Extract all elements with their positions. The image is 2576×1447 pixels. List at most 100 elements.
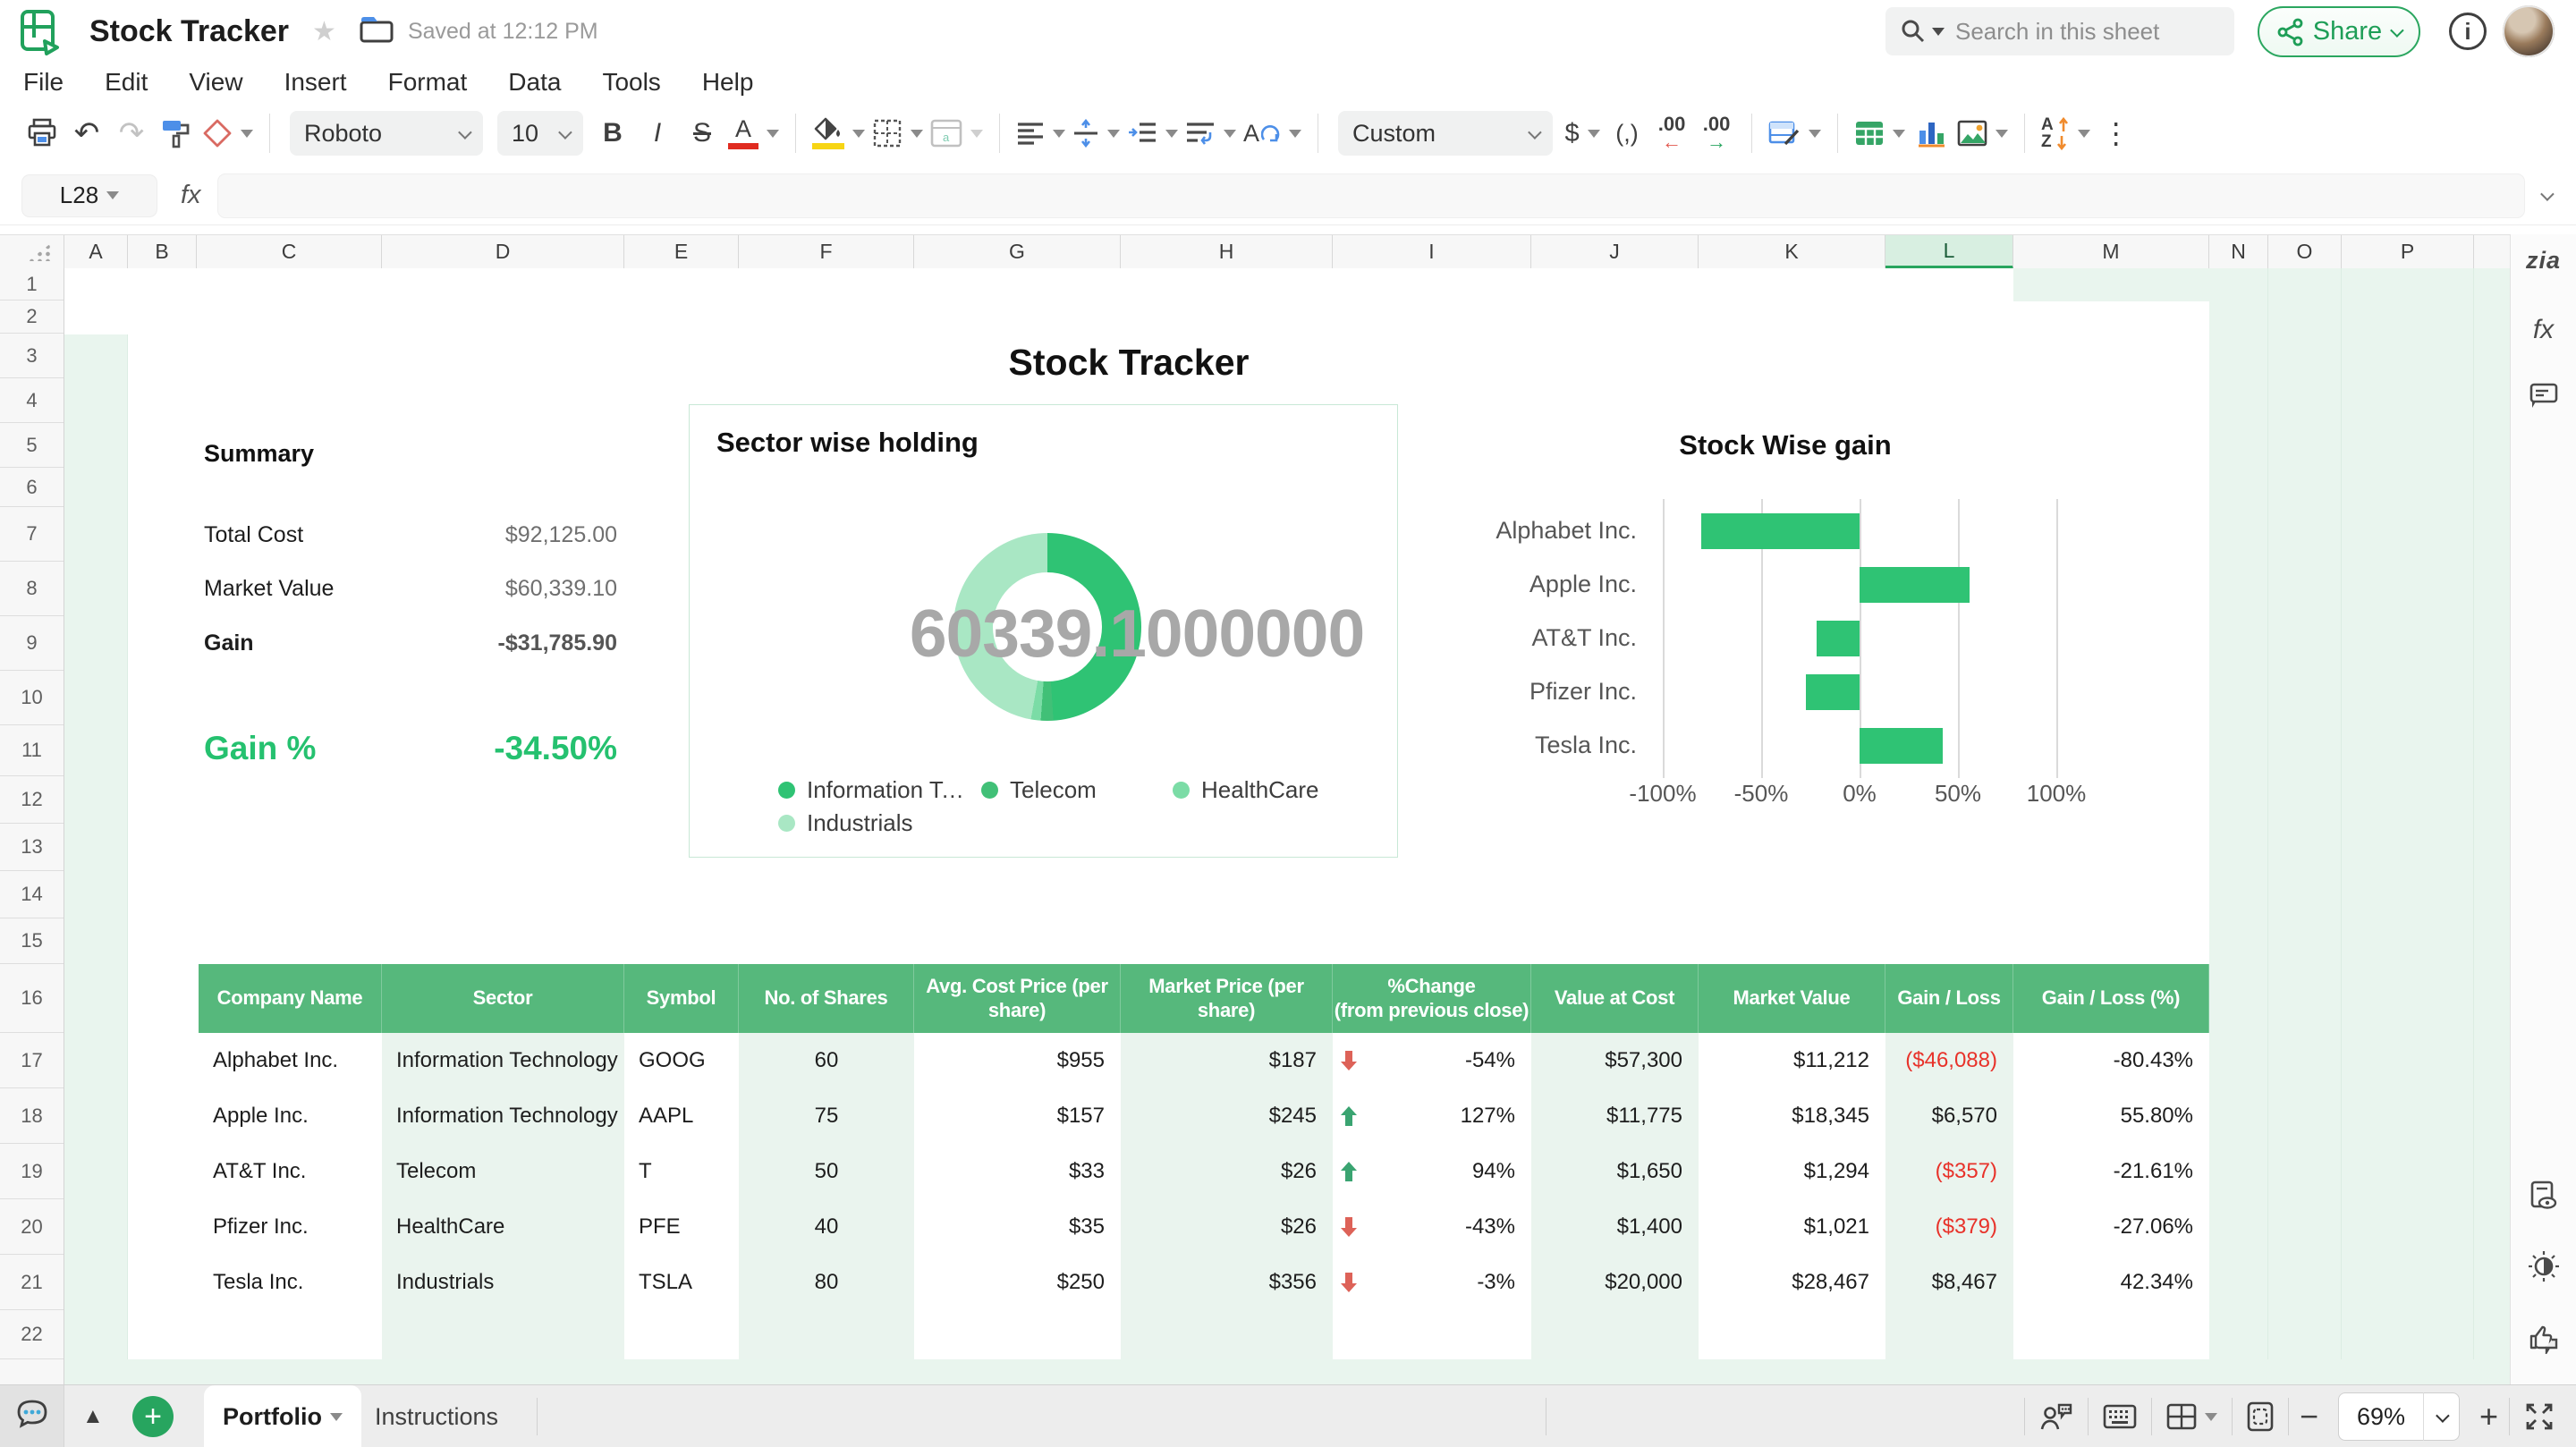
column-header-K[interactable]: K <box>1699 235 1885 269</box>
table-cell[interactable]: ($46,088) <box>1885 1033 2013 1088</box>
add-sheet-button[interactable]: + <box>132 1396 174 1437</box>
table-cell[interactable]: Alphabet Inc. <box>199 1033 382 1088</box>
menu-data[interactable]: Data <box>508 68 561 97</box>
row-header-21[interactable]: 21 <box>0 1255 64 1310</box>
row-header-1[interactable]: 1 <box>0 268 64 300</box>
table-cell[interactable]: $57,300 <box>1531 1033 1699 1088</box>
table-cell[interactable]: $26 <box>1121 1199 1333 1255</box>
holdings-table[interactable]: Company NameSectorSymbolNo. of SharesAvg… <box>199 964 2209 1310</box>
table-cell[interactable]: Apple Inc. <box>199 1088 382 1144</box>
table-cell[interactable]: $35 <box>914 1199 1121 1255</box>
feedback-icon[interactable] <box>2528 1324 2560 1358</box>
strikethrough-button[interactable]: S <box>683 108 721 158</box>
table-cell[interactable]: $8,467 <box>1885 1255 2013 1310</box>
menu-help[interactable]: Help <box>702 68 754 97</box>
table-row[interactable]: Alphabet Inc.Information TechnologyGOOG6… <box>199 1033 2209 1088</box>
insert-table-button[interactable] <box>1854 108 1905 158</box>
formula-bar-expand-icon[interactable] <box>2540 187 2555 201</box>
column-header-D[interactable]: D <box>382 235 624 269</box>
decrease-decimal-button[interactable]: .00← <box>1653 108 1690 158</box>
column-header-L[interactable]: L <box>1885 235 2013 269</box>
sector-chart-card[interactable]: Sector wise holding 60339.1000000 Inform… <box>689 404 1398 858</box>
table-cell[interactable]: HealthCare <box>382 1199 624 1255</box>
app-logo-icon[interactable] <box>20 9 61 60</box>
table-cell[interactable]: $955 <box>914 1033 1121 1088</box>
table-cell[interactable]: ($379) <box>1885 1199 2013 1255</box>
table-cell[interactable]: $18,345 <box>1699 1088 1885 1144</box>
table-cell[interactable]: 94% <box>1333 1144 1531 1199</box>
table-cell[interactable]: 60 <box>739 1033 914 1088</box>
indent-button[interactable] <box>1127 108 1178 158</box>
table-cell[interactable]: 80 <box>739 1255 914 1310</box>
more-options-button[interactable]: ⋮ <box>2097 108 2135 158</box>
merge-cells-button[interactable]: a <box>930 108 983 158</box>
column-header-I[interactable]: I <box>1333 235 1531 269</box>
column-header-P[interactable]: P <box>2342 235 2474 269</box>
table-cell[interactable]: PFE <box>624 1199 739 1255</box>
row-header-7[interactable]: 7 <box>0 507 64 562</box>
row-header-15[interactable]: 15 <box>0 918 64 964</box>
italic-button[interactable]: I <box>639 108 676 158</box>
column-header-N[interactable]: N <box>2209 235 2268 269</box>
row-header-13[interactable]: 13 <box>0 824 64 871</box>
table-cell[interactable]: $6,570 <box>1885 1088 2013 1144</box>
row-header-17[interactable]: 17 <box>0 1033 64 1088</box>
table-cell[interactable]: Pfizer Inc. <box>199 1199 382 1255</box>
row-header-14[interactable]: 14 <box>0 871 64 918</box>
table-row[interactable]: Pfizer Inc.HealthCarePFE40$35$26-43%$1,4… <box>199 1199 2209 1255</box>
number-format-select[interactable]: Custom <box>1338 111 1553 156</box>
table-cell[interactable]: $26 <box>1121 1144 1333 1199</box>
functions-panel-icon[interactable]: fx <box>2533 315 2554 345</box>
table-cell[interactable]: AT&T Inc. <box>199 1144 382 1199</box>
table-cell[interactable]: -3% <box>1333 1255 1531 1310</box>
erase-format-button[interactable] <box>202 108 253 158</box>
info-button[interactable]: i <box>2449 13 2487 50</box>
row-header-11[interactable]: 11 <box>0 725 64 776</box>
row-header-12[interactable]: 12 <box>0 776 64 824</box>
row-header-16[interactable]: 16 <box>0 964 64 1033</box>
table-cell[interactable]: -43% <box>1333 1199 1531 1255</box>
table-cell[interactable]: Industrials <box>382 1255 624 1310</box>
zoom-out-button[interactable]: − <box>2300 1398 2318 1435</box>
star-icon[interactable]: ★ <box>312 16 336 47</box>
vertical-align-button[interactable] <box>1072 108 1120 158</box>
horizontal-align-button[interactable] <box>1016 108 1065 158</box>
undo-button[interactable]: ↶ <box>68 108 106 158</box>
column-header-O[interactable]: O <box>2268 235 2342 269</box>
table-cell[interactable]: $11,775 <box>1531 1088 1699 1144</box>
row-header-2[interactable]: 2 <box>0 300 64 334</box>
table-cell[interactable]: GOOG <box>624 1033 739 1088</box>
comma-format-button[interactable]: (,) <box>1608 108 1646 158</box>
table-cell[interactable]: $33 <box>914 1144 1121 1199</box>
select-all-corner[interactable] <box>0 235 64 269</box>
column-header-M[interactable]: M <box>2013 235 2209 269</box>
row-headers[interactable]: 12345678910111213141516171819202122 <box>0 268 64 1384</box>
table-cell[interactable]: 40 <box>739 1199 914 1255</box>
table-cell[interactable]: $1,400 <box>1531 1199 1699 1255</box>
insert-chart-button[interactable] <box>1912 108 1950 158</box>
column-header-F[interactable]: F <box>739 235 914 269</box>
table-cell[interactable]: 75 <box>739 1088 914 1144</box>
column-header-G[interactable]: G <box>914 235 1121 269</box>
search-box[interactable] <box>1885 7 2234 55</box>
table-cell[interactable]: $245 <box>1121 1088 1333 1144</box>
search-input[interactable] <box>1955 18 2206 46</box>
table-cell[interactable]: T <box>624 1144 739 1199</box>
table-cell[interactable]: $1,021 <box>1699 1199 1885 1255</box>
freeze-panes-icon[interactable] <box>2166 1403 2217 1430</box>
table-cell[interactable]: $1,294 <box>1699 1144 1885 1199</box>
table-cell[interactable]: -54% <box>1333 1033 1531 1088</box>
table-cell[interactable]: $356 <box>1121 1255 1333 1310</box>
zoom-in-button[interactable]: + <box>2479 1398 2498 1435</box>
table-cell[interactable]: -21.61% <box>2013 1144 2209 1199</box>
column-header-H[interactable]: H <box>1121 235 1333 269</box>
row-header-3[interactable]: 3 <box>0 334 64 378</box>
table-cell[interactable]: Tesla Inc. <box>199 1255 382 1310</box>
conditional-format-button[interactable] <box>1768 108 1821 158</box>
sheet-canvas[interactable]: Stock Tracker Summary Total Cost$92,125.… <box>64 268 2510 1384</box>
redo-button[interactable]: ↷ <box>113 108 150 158</box>
table-cell[interactable]: Information Technology <box>382 1033 624 1088</box>
row-header-6[interactable]: 6 <box>0 468 64 507</box>
table-cell[interactable]: AAPL <box>624 1088 739 1144</box>
cell-reference-box[interactable]: L28 <box>21 174 157 217</box>
